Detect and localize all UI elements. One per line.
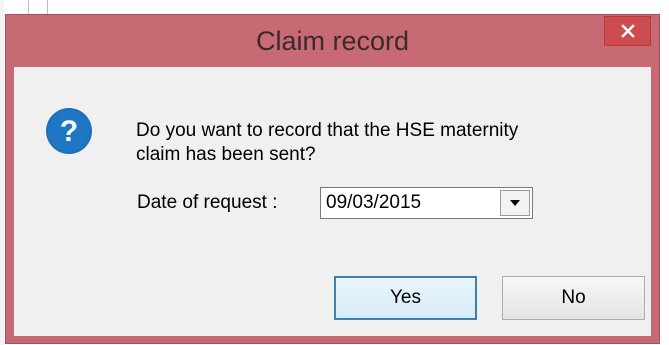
close-button[interactable]	[604, 16, 651, 46]
dialog-content: ? Do you want to record that the HSE mat…	[14, 67, 651, 336]
close-icon	[620, 24, 635, 38]
chevron-down-icon	[510, 200, 520, 206]
yes-button[interactable]: Yes	[334, 276, 477, 320]
date-of-request-combobox[interactable]	[320, 187, 533, 219]
date-of-request-input[interactable]	[326, 188, 491, 218]
title-bar[interactable]: Claim record	[6, 15, 659, 67]
claim-record-dialog: Claim record ? Do you want to record tha…	[5, 14, 660, 344]
confirmation-message: Do you want to record that the HSE mater…	[136, 120, 519, 165]
svg-text:?: ?	[60, 115, 78, 148]
background-divider	[47, 0, 48, 14]
question-icon: ?	[46, 108, 92, 154]
background-window-edge	[0, 0, 4, 345]
no-button[interactable]: No	[502, 276, 645, 320]
dialog-title: Claim record	[255, 26, 410, 56]
screen: Claim record ? Do you want to record tha…	[0, 0, 669, 345]
date-dropdown-button[interactable]	[500, 190, 530, 216]
background-divider	[28, 0, 29, 14]
date-of-request-label: Date of request :	[137, 192, 278, 213]
